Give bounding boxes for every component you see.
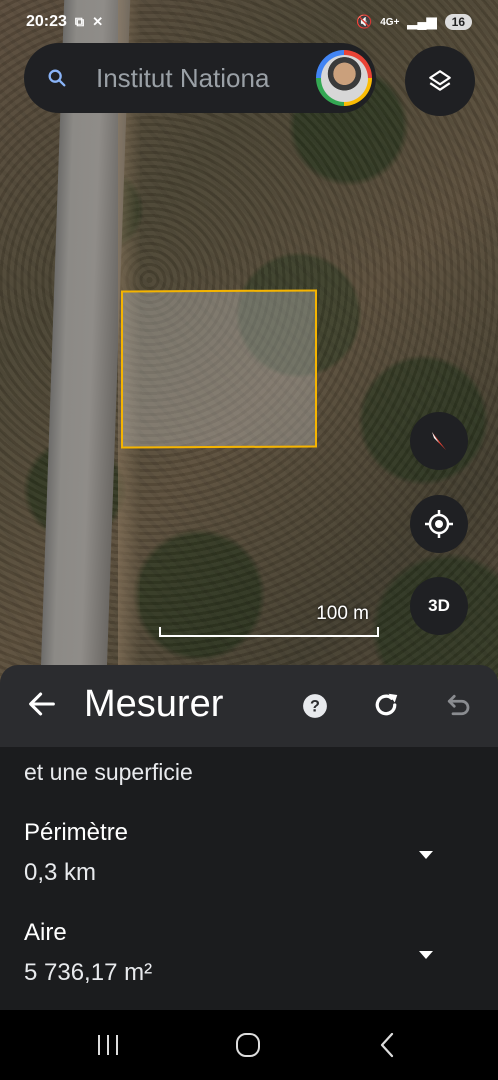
layers-icon [429, 70, 451, 91]
signal-icon: ▂▄▆ [407, 14, 437, 29]
screenshot-icon: ⧉ [74, 14, 85, 29]
mute-icon: 🔇 [356, 14, 373, 29]
status-time: 20:23 [26, 13, 67, 30]
scale-label: 100 m [316, 603, 369, 624]
back-icon[interactable] [372, 1032, 402, 1058]
perimeter-row[interactable]: Périmètre 0,3 km [24, 819, 464, 887]
chevron-down-icon[interactable] [418, 949, 434, 961]
status-bar: 20:23 ⧉ ✕ 🔇 4G+ ▂▄▆ 16 [0, 0, 498, 44]
chevron-down-icon[interactable] [418, 849, 434, 861]
area-row[interactable]: Aire 5 736,17 m² [24, 919, 464, 987]
svg-text:?: ? [310, 697, 320, 715]
my-location-button[interactable] [410, 495, 468, 553]
my-location-icon [425, 510, 453, 538]
home-icon[interactable] [233, 1032, 263, 1058]
recents-icon[interactable] [93, 1032, 123, 1058]
compass-icon [432, 432, 446, 450]
avatar[interactable] [316, 50, 372, 106]
measure-panel-header: Mesurer ? [0, 665, 498, 747]
undo-icon[interactable] [443, 690, 473, 720]
search-icon [48, 69, 66, 87]
refresh-icon[interactable] [371, 690, 401, 720]
tools-icon: ✕ [92, 14, 104, 29]
measured-polygon[interactable] [121, 289, 317, 449]
system-nav-bar [0, 1010, 498, 1080]
compass-button[interactable] [410, 412, 468, 470]
help-icon[interactable]: ? [302, 693, 328, 719]
area-label: Aire [24, 919, 67, 946]
search-bar[interactable]: Institut Nationa [24, 43, 376, 113]
perimeter-value: 0,3 km [24, 859, 97, 886]
search-input[interactable]: Institut Nationa [96, 63, 308, 94]
panel-title: Mesurer [84, 683, 224, 725]
intro-text: et une superficie [24, 759, 193, 785]
layers-button[interactable] [405, 46, 475, 116]
perimeter-label: Périmètre [24, 819, 129, 846]
scale-line [159, 627, 379, 637]
battery-badge: 16 [444, 14, 472, 30]
3d-button[interactable]: 3D [410, 577, 468, 635]
arrow-back-icon[interactable] [25, 687, 59, 721]
measure-panel-body: et une superficie Périmètre 0,3 km Aire … [0, 747, 498, 1010]
network-label: 4G+ [380, 16, 400, 28]
satellite-map[interactable]: 20:23 ⧉ ✕ 🔇 4G+ ▂▄▆ 16 Institut Nationa [0, 0, 498, 700]
map-scale: 100 m [159, 603, 379, 639]
area-value: 5 736,17 m² [24, 959, 153, 986]
